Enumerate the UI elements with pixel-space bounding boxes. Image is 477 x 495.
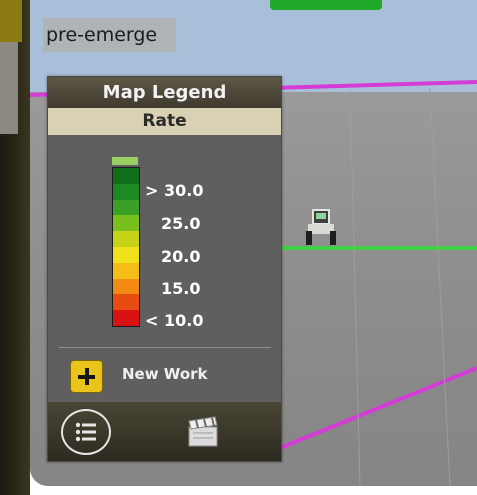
color-cell bbox=[113, 215, 139, 232]
color-cell bbox=[113, 262, 139, 279]
color-cell bbox=[113, 278, 139, 295]
new-work-button[interactable]: New Work bbox=[70, 360, 260, 393]
left-strip-panel bbox=[0, 42, 18, 134]
legend-subtitle: Rate bbox=[48, 108, 281, 135]
grid-line bbox=[349, 89, 361, 486]
field-map[interactable]: pre-emerge Map Legend Rate > 30.0 25.0 2… bbox=[30, 0, 477, 486]
scale-label: 25.0 bbox=[161, 214, 201, 233]
color-cell bbox=[113, 231, 139, 247]
color-cell bbox=[113, 310, 139, 326]
color-cell bbox=[113, 183, 139, 200]
map-legend-panel: Map Legend Rate > 30.0 25.0 20.0 15.0 < … bbox=[47, 76, 282, 462]
color-cell bbox=[113, 168, 139, 184]
plus-icon[interactable] bbox=[70, 360, 103, 393]
legend-footer-toolbar bbox=[48, 402, 281, 461]
scale-label: 15.0 bbox=[161, 279, 201, 298]
legend-toggle-button[interactable] bbox=[61, 409, 111, 455]
left-strip-accent bbox=[0, 0, 22, 42]
scale-label-min: < 10.0 bbox=[145, 311, 204, 330]
left-frame-strip bbox=[0, 0, 30, 495]
list-icon bbox=[75, 422, 96, 442]
color-cell bbox=[113, 199, 139, 216]
legend-divider bbox=[59, 347, 271, 348]
scale-label: 20.0 bbox=[161, 247, 201, 266]
clapperboard-icon[interactable] bbox=[186, 415, 220, 449]
grid-line bbox=[429, 87, 451, 486]
work-name-label: pre-emerge bbox=[43, 18, 176, 52]
legend-scale-area: > 30.0 25.0 20.0 15.0 < 10.0 bbox=[48, 135, 281, 331]
scale-label-max: > 30.0 bbox=[145, 181, 204, 200]
color-cell bbox=[113, 246, 139, 263]
tractor-icon bbox=[306, 209, 336, 245]
scale-top-cap bbox=[112, 157, 138, 165]
rate-color-scale bbox=[112, 167, 140, 327]
legend-title: Map Legend bbox=[48, 77, 281, 108]
color-cell bbox=[113, 294, 139, 311]
new-work-label: New Work bbox=[122, 365, 208, 383]
status-bar-top bbox=[270, 0, 382, 10]
